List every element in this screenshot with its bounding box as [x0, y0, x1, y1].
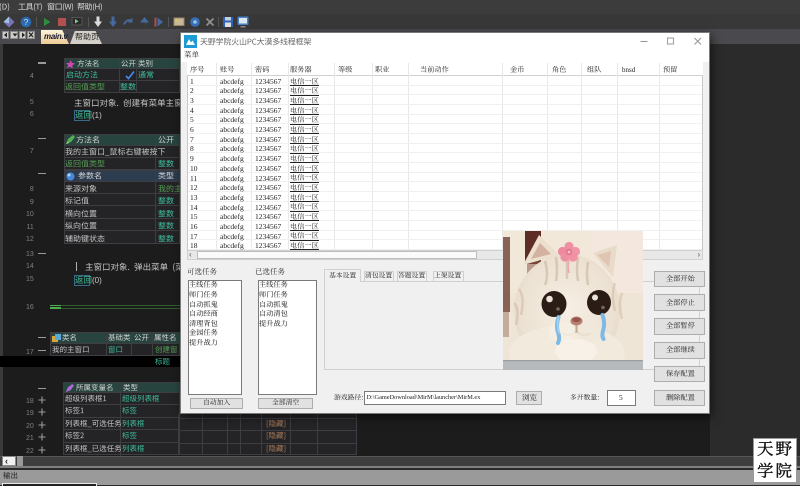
svg-text:?: ? [24, 17, 29, 27]
